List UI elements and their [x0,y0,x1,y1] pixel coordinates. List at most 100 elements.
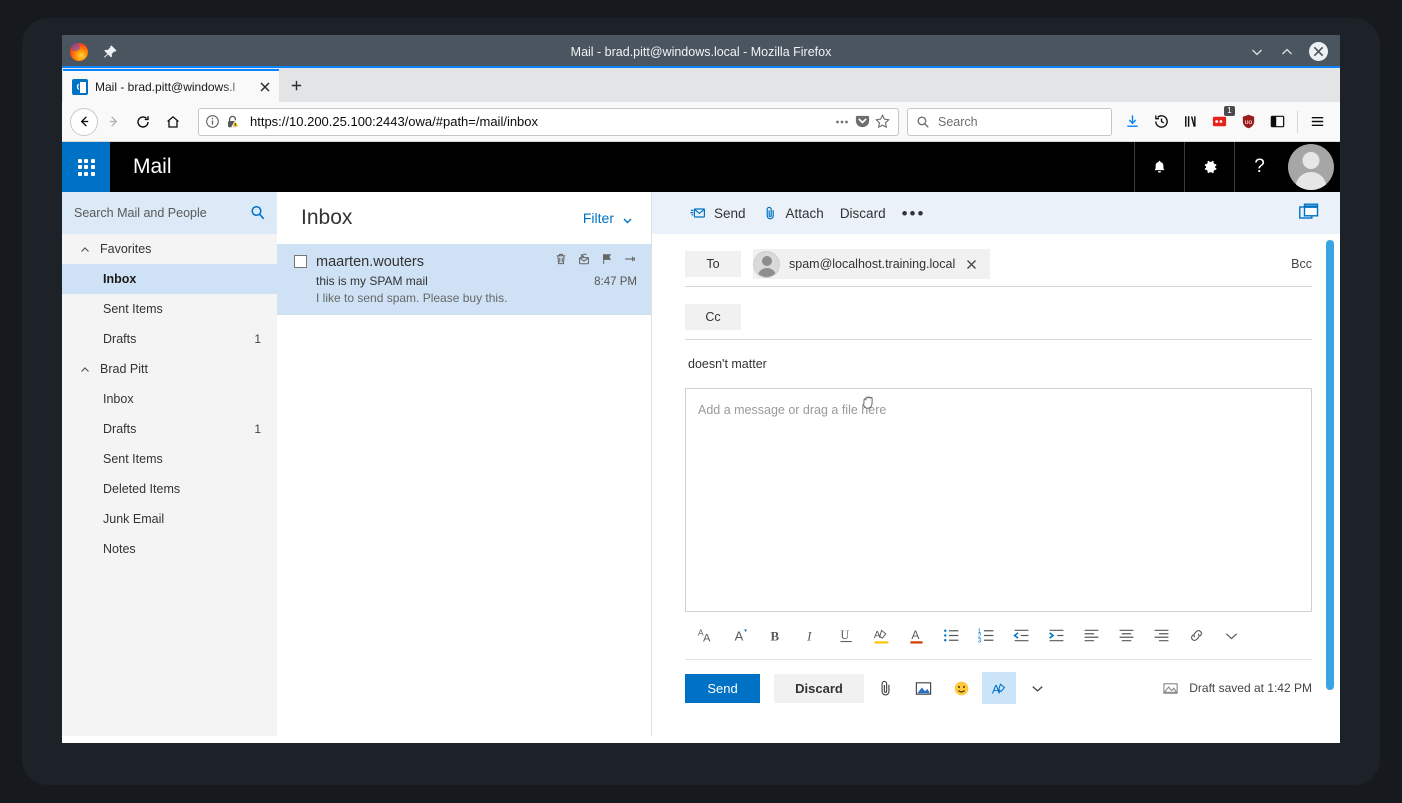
lock-warning-icon[interactable] [225,114,241,130]
flag-icon[interactable] [600,252,614,271]
reload-button[interactable] [128,107,158,137]
minimize-button[interactable] [1249,44,1265,60]
more-formatting-icon[interactable] [1214,618,1249,653]
help-icon[interactable]: ? [1234,142,1284,192]
compose-scroll-area: To spam@localhost.training.local Bcc Cc [652,234,1340,736]
svg-text:ʊo: ʊo [1245,119,1253,126]
filter-button[interactable]: Filter [583,210,633,226]
sidebar-item-drafts-fav[interactable]: Drafts 1 [62,324,277,354]
delete-icon[interactable] [554,252,568,271]
italic-icon[interactable]: I [794,618,829,653]
insert-link-icon[interactable] [1179,618,1214,653]
decrease-indent-icon[interactable] [1004,618,1039,653]
mark-read-icon[interactable] [577,252,591,271]
user-avatar[interactable] [1288,144,1334,190]
discard-button[interactable]: Discard [774,673,864,703]
message-list-item[interactable]: maarten.wouters this is my SPAM mail 8:4… [277,244,651,315]
owa-app-title: Mail [133,155,172,178]
compose-scrollbar-thumb[interactable] [1326,240,1334,690]
nav-group-header-account[interactable]: Brad Pitt [62,354,277,384]
pin-icon[interactable] [623,252,637,271]
sidebar-item-sent-items-fav[interactable]: Sent Items [62,294,277,324]
notifications-bell-icon[interactable] [1134,142,1184,192]
sidebar-item-junk-email[interactable]: Junk Email [62,504,277,534]
more-options-chevron-icon[interactable] [1020,672,1054,704]
pocket-icon[interactable] [852,112,872,132]
library-icon[interactable] [1176,107,1205,136]
close-icon[interactable] [257,79,273,95]
message-select-checkbox[interactable] [294,255,307,268]
font-size-icon[interactable]: AA [689,618,724,653]
attach-command[interactable]: Attach [762,192,824,234]
maximize-button[interactable] [1279,44,1295,60]
more-commands-button[interactable]: ••• [902,192,926,234]
discard-command[interactable]: Discard [840,192,886,234]
forward-button[interactable] [98,107,128,137]
sidebar-item-notes[interactable]: Notes [62,534,277,564]
send-command[interactable]: Send [690,192,746,234]
font-color-icon[interactable]: A [899,618,934,653]
notification-icon[interactable]: 1 [1205,106,1235,136]
draft-status: Draft saved at 1:42 PM [1162,680,1312,697]
sidebar-item-deleted-items[interactable]: Deleted Items [62,474,277,504]
tab-title: Mail - brad.pitt@windows.l [95,79,236,94]
app-launcher-icon[interactable] [62,142,110,192]
sidebar-item-inbox[interactable]: Inbox [62,384,277,414]
ellipsis-icon[interactable] [832,112,852,132]
formatting-pen-icon[interactable]: A [982,672,1016,704]
history-icon[interactable] [1147,107,1176,136]
align-left-icon[interactable] [1074,618,1109,653]
downloads-icon[interactable] [1118,107,1147,136]
send-button[interactable]: Send [685,673,760,703]
compose-scrollbar[interactable] [1326,240,1334,690]
pin-icon[interactable] [102,44,118,60]
browser-tab[interactable]: O Mail - brad.pitt@windows.l [63,69,279,102]
sidebar-icon[interactable] [1263,107,1292,136]
align-right-icon[interactable] [1144,618,1179,653]
search-icon [916,115,930,129]
sidebar-item-inbox-fav[interactable]: Inbox [62,264,277,294]
star-icon[interactable] [872,112,892,132]
underline-icon[interactable]: U [829,618,864,653]
url-bar[interactable]: https://10.200.25.100:2443/owa/#path=/ma… [198,107,899,136]
align-center-icon[interactable] [1109,618,1144,653]
mail-search-box[interactable]: Search Mail and People [62,192,277,234]
numbered-list-icon[interactable]: 123 [969,618,1004,653]
close-button[interactable] [1309,42,1328,61]
insert-picture-icon[interactable] [906,672,940,704]
draft-status-text: Draft saved at 1:42 PM [1189,681,1312,695]
nav-group-header-favorites[interactable]: Favorites [62,234,277,264]
settings-gear-icon[interactable] [1184,142,1234,192]
ublock-origin-icon[interactable]: ʊo [1234,107,1263,136]
hamburger-menu-icon[interactable] [1303,107,1332,136]
body-placeholder: Add a message or drag a file here [698,403,887,417]
cc-label[interactable]: Cc [685,304,741,330]
emoji-icon[interactable] [944,672,978,704]
pop-out-icon[interactable] [1298,202,1320,224]
info-icon[interactable] [205,114,220,129]
font-grow-icon[interactable]: A [724,618,759,653]
sidebar-item-label: Sent Items [103,452,163,466]
back-button[interactable] [70,107,98,136]
new-tab-button[interactable] [279,69,313,102]
subject-field[interactable]: doesn't matter [685,340,1312,388]
message-hover-actions [554,252,637,271]
search-icon[interactable] [249,204,267,222]
close-icon[interactable] [965,258,978,271]
bcc-button[interactable]: Bcc [1291,257,1312,271]
sidebar-item-sent-items[interactable]: Sent Items [62,444,277,474]
browser-search-bar[interactable]: Search [907,107,1112,136]
firefox-logo-icon [70,42,88,61]
increase-indent-icon[interactable] [1039,618,1074,653]
owa-application: Mail ? Search Mail and People Favorites … [62,142,1340,736]
bold-icon[interactable]: B [759,618,794,653]
bulleted-list-icon[interactable] [934,618,969,653]
highlight-color-icon[interactable]: A [864,618,899,653]
to-recipient-chip[interactable]: spam@localhost.training.local [753,249,991,279]
window-titlebar: Mail - brad.pitt@windows.local - Mozilla… [62,35,1340,68]
sidebar-item-drafts[interactable]: Drafts 1 [62,414,277,444]
message-body-field[interactable]: Add a message or drag a file here [685,388,1312,612]
home-button[interactable] [158,107,188,137]
attach-paperclip-icon[interactable] [868,672,902,704]
owa-top-navigation: Mail ? [62,142,1340,192]
